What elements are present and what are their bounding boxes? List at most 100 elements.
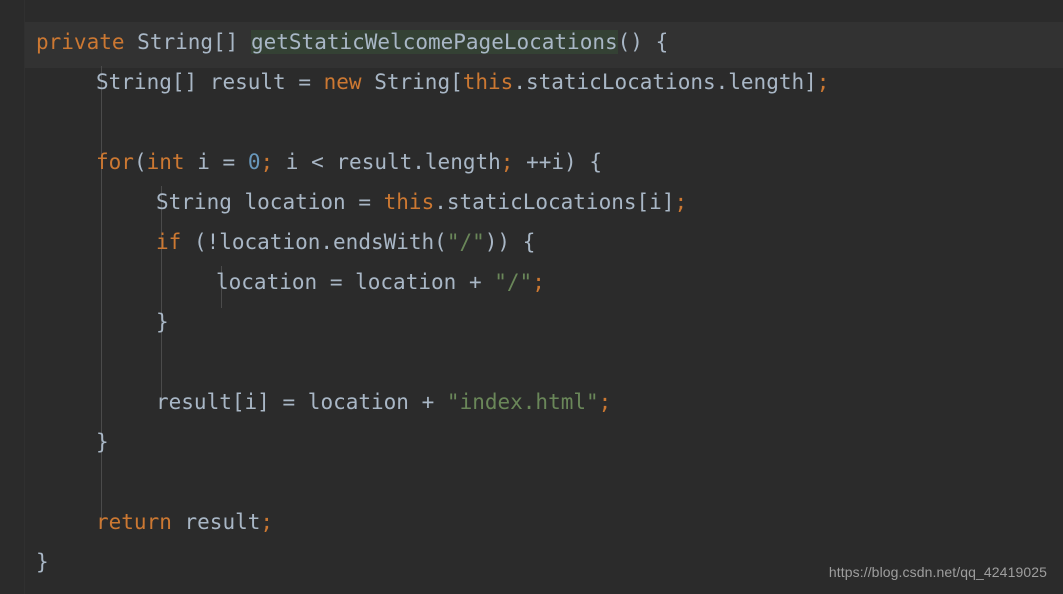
code-token-num: 0 [247, 150, 261, 174]
code-token-punc: = [222, 150, 236, 174]
code-line[interactable]: String[] result = new String[this.static… [0, 62, 1063, 102]
code-line[interactable] [0, 102, 1063, 142]
code-token-punc: { [589, 150, 602, 174]
code-token-punc: + [421, 390, 435, 414]
code-token-id: getStaticWelcomePageLocations [250, 30, 618, 54]
code-token-id: String[] [137, 30, 239, 54]
code-token-punc: ] [257, 390, 270, 414]
code-token-semi: ; [598, 390, 612, 414]
code-line[interactable] [0, 342, 1063, 382]
code-token-semi: ; [674, 190, 688, 214]
code-token-id: i [244, 390, 258, 414]
code-token-str: "/" [446, 230, 485, 254]
code-line[interactable]: result[i] = location + "index.html"; [0, 382, 1063, 422]
code-token-id: ++i [526, 150, 565, 174]
code-token-id: location [307, 390, 409, 414]
code-token-semi: ; [260, 510, 274, 534]
code-token-punc: ( [133, 150, 147, 174]
code-token-punc: )) [484, 230, 511, 254]
code-token-str: "/" [494, 270, 533, 294]
code-line[interactable]: String location = this.staticLocations[i… [0, 182, 1063, 222]
code-line[interactable]: private String[] getStaticWelcomePageLoc… [0, 22, 1063, 62]
code-token-punc: () [617, 30, 643, 54]
code-token-id: result [209, 70, 286, 94]
code-token-id: i [649, 190, 662, 214]
code-token-id: location [244, 190, 346, 214]
code-token-semi: ; [532, 270, 545, 294]
code-line[interactable]: return result; [0, 502, 1063, 542]
code-token-punc: + [468, 270, 482, 294]
code-line[interactable]: } [0, 422, 1063, 462]
code-token-punc: ] [804, 70, 817, 94]
code-line[interactable]: } [0, 302, 1063, 342]
code-editor[interactable]: private String[] getStaticWelcomePageLoc… [0, 0, 1063, 594]
code-token-punc: } [36, 550, 49, 574]
code-token-kw: return [96, 510, 172, 534]
code-token-punc: } [156, 310, 169, 334]
code-token-punc: ] [661, 190, 675, 214]
code-token-punc: (!location.endsWith( [193, 230, 447, 254]
code-token-id: result [156, 390, 232, 414]
code-token-semi: ; [260, 150, 274, 174]
code-token-punc: [ [636, 190, 650, 214]
code-token-id: String [374, 70, 451, 94]
code-token-punc: < [311, 150, 324, 174]
code-token-id: result [184, 510, 261, 534]
code-token-punc: = [298, 70, 311, 94]
code-token-id: .staticLocations [434, 190, 637, 214]
code-line[interactable]: location = location + "/"; [0, 262, 1063, 302]
code-token-id: i [197, 150, 210, 174]
code-token-id: String[] [96, 70, 198, 94]
code-line[interactable]: for(int i = 0; i < result.length; ++i) { [0, 142, 1063, 182]
code-token-punc: = [282, 390, 296, 414]
code-token-kw: private [36, 30, 125, 54]
code-token-id: String [156, 190, 232, 214]
code-token-semi: ; [500, 150, 514, 174]
code-token-semi: ; [816, 70, 830, 94]
code-token-punc: [ [450, 70, 463, 94]
code-token-punc: ) [564, 150, 577, 174]
code-token-punc: = [329, 270, 343, 294]
watermark-url: https://blog.csdn.net/qq_42419025 [828, 564, 1047, 580]
code-token-kw: if [156, 230, 182, 254]
code-token-kw: this [383, 190, 435, 214]
code-line[interactable]: if (!location.endsWith("/")) { [0, 222, 1063, 262]
code-token-punc: = [358, 190, 371, 214]
code-token-punc: { [522, 230, 536, 254]
code-content[interactable]: private String[] getStaticWelcomePageLoc… [0, 22, 1063, 582]
code-token-id: i [285, 150, 299, 174]
code-token-str: "index.html" [446, 390, 599, 414]
code-token-id: location [355, 270, 457, 294]
code-token-punc: { [655, 30, 669, 54]
code-token-id: location [216, 270, 318, 294]
code-line[interactable] [0, 462, 1063, 502]
code-token-punc: [ [231, 390, 245, 414]
